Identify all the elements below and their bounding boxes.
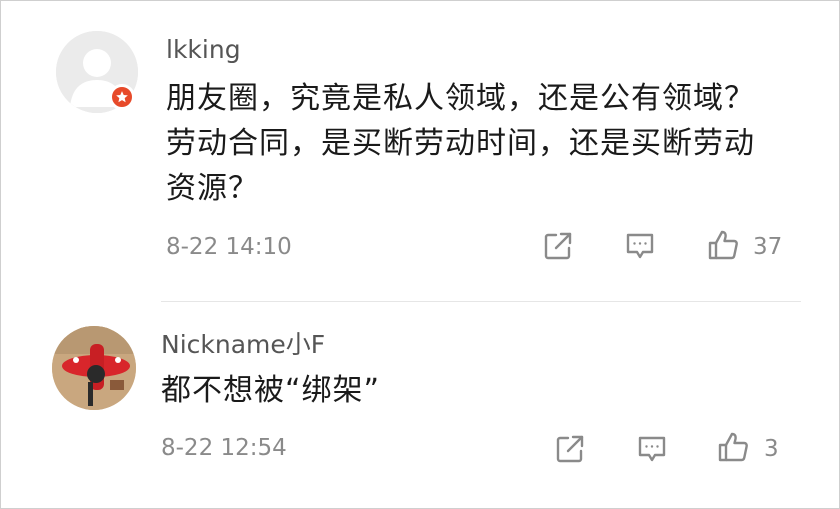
- share-icon[interactable]: [543, 231, 573, 261]
- share-icon[interactable]: [555, 434, 585, 464]
- user-photo-avatar[interactable]: [52, 326, 136, 410]
- username[interactable]: lkking: [166, 37, 241, 62]
- reply-icon[interactable]: [637, 434, 667, 464]
- comment-line: 资源？: [166, 171, 259, 206]
- comment-item: lkking 朋友圈，究竟是私人领域，还是公有领域？ 劳动合同，是买断劳动时间，…: [1, 1, 839, 302]
- comment-line: 朋友圈，究竟是私人领域，还是公有领域？: [166, 81, 755, 116]
- thumbs-up-icon[interactable]: [717, 431, 749, 463]
- reply-icon[interactable]: [625, 231, 655, 261]
- comment-time: 8-22 14:10: [166, 234, 292, 260]
- thumbs-up-icon[interactable]: [707, 229, 739, 261]
- comment-divider: [161, 301, 801, 302]
- like-count: 37: [753, 234, 783, 260]
- comment-line: 都不想被“绑架”: [161, 373, 381, 408]
- like-count: 3: [764, 436, 779, 462]
- comment-text: 都不想被“绑架”: [161, 368, 801, 413]
- comment-list: lkking 朋友圈，究竟是私人领域，还是公有领域？ 劳动合同，是买断劳动时间，…: [0, 0, 840, 509]
- comment-text: 朋友圈，究竟是私人领域，还是公有领域？ 劳动合同，是买断劳动时间，还是买断劳动 …: [166, 76, 806, 211]
- username[interactable]: Nickname小F: [161, 332, 325, 357]
- comment-item: Nickname小F 都不想被“绑架” 8-22 12:54 3: [1, 304, 839, 508]
- comment-line: 劳动合同，是买断劳动时间，还是买断劳动: [166, 126, 755, 161]
- verified-star-badge-icon: [109, 84, 135, 110]
- comment-time: 8-22 12:54: [161, 435, 287, 461]
